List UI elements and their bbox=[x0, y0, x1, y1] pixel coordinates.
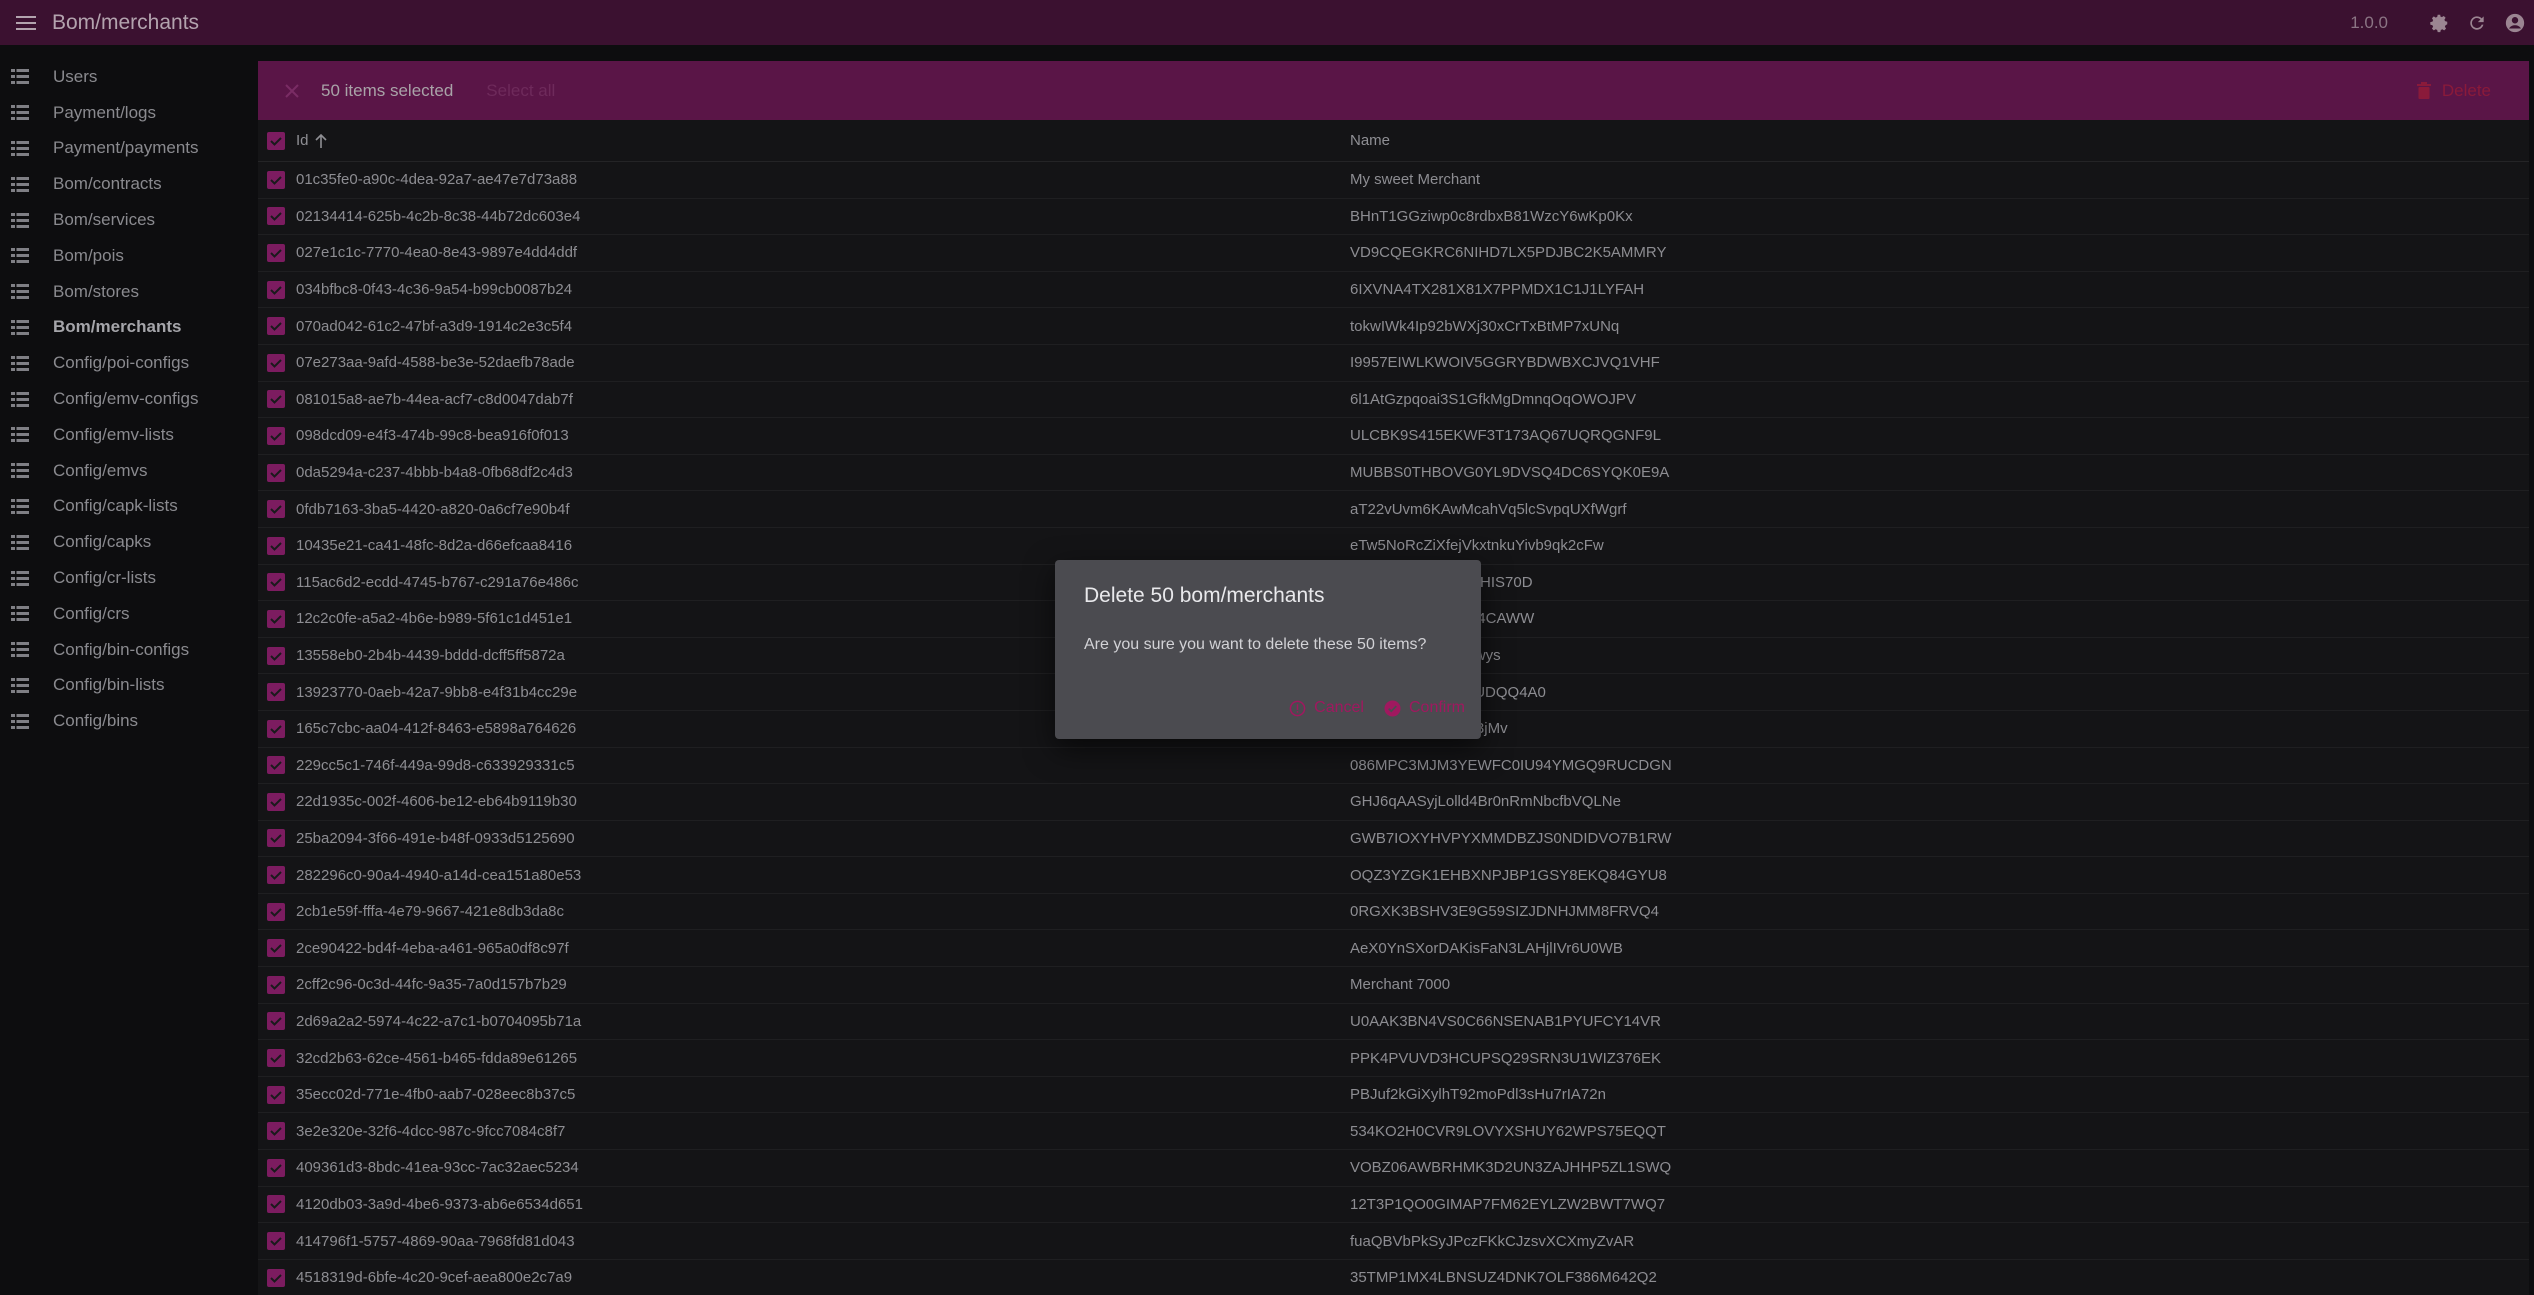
confirm-label: Confirm bbox=[1408, 699, 1465, 716]
check-circle-icon bbox=[1384, 699, 1401, 717]
cancel-button[interactable]: Cancel bbox=[1289, 699, 1364, 717]
cancel-label: Cancel bbox=[1314, 699, 1364, 716]
info-icon bbox=[1289, 700, 1306, 717]
confirm-delete-dialog: Delete 50 bom/merchants Are you sure you… bbox=[1055, 560, 1481, 739]
confirm-button[interactable]: Confirm bbox=[1384, 699, 1465, 717]
dialog-title: Delete 50 bom/merchants bbox=[1084, 584, 1325, 607]
dialog-message: Are you sure you want to delete these 50… bbox=[1084, 636, 1427, 653]
modal-backdrop: Delete 50 bom/merchants Are you sure you… bbox=[0, 0, 2534, 1295]
